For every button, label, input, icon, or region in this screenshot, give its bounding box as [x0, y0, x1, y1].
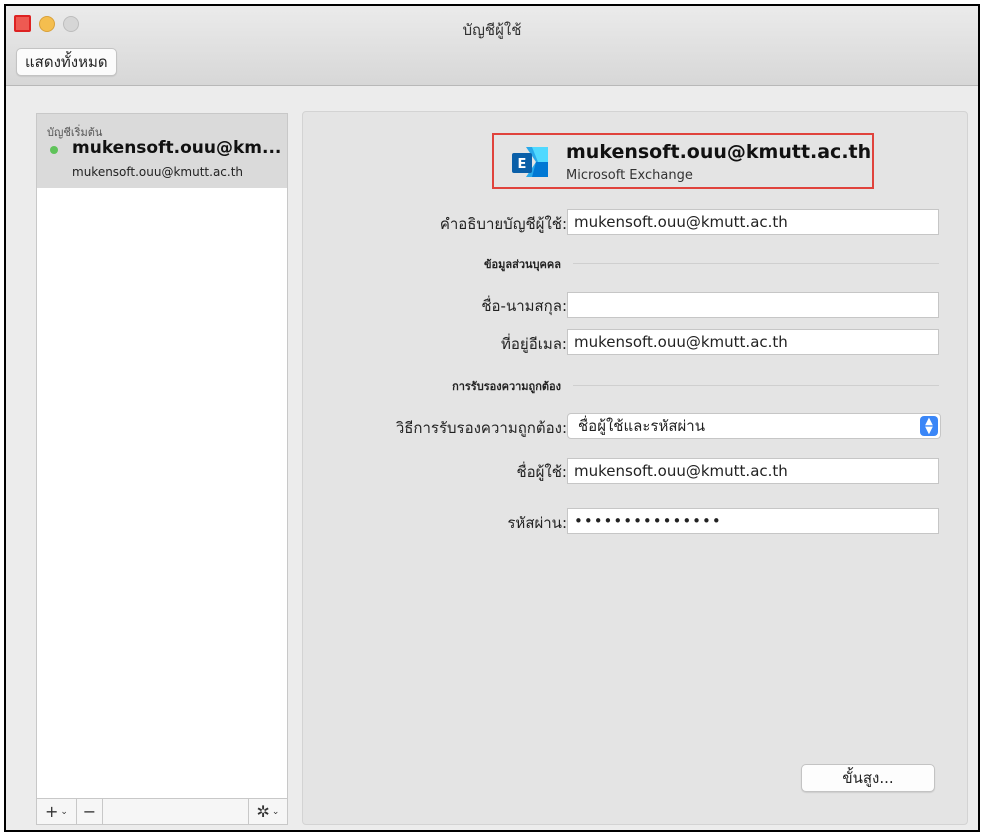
plus-icon: + — [45, 802, 59, 821]
auth-method-label: วิธีการรับรองความถูกต้อง: — [395, 419, 567, 437]
email-address-field[interactable]: mukensoft.ouu@kmutt.ac.th — [567, 329, 939, 355]
online-status-icon — [50, 146, 58, 154]
show-all-button[interactable]: แสดงทั้งหมด — [16, 48, 117, 76]
svg-text:E: E — [518, 157, 527, 172]
auth-method-select[interactable]: ชื่อผู้ใช้และรหัสผ่าน ▲ ▼ — [567, 413, 941, 439]
accounts-sidebar: บัญชีเริ่มต้น mukensoft.ouu@km... mukens… — [36, 113, 288, 825]
add-account-button[interactable]: + ⌄ — [37, 799, 77, 824]
fullname-label: ชื่อ-นามสกุล: — [481, 297, 567, 315]
title-bar: บัญชีผู้ใช้ แสดงทั้งหมด — [6, 6, 978, 86]
password-label: รหัสผ่าน: — [507, 514, 567, 532]
account-name: mukensoft.ouu@km... — [72, 138, 282, 158]
personal-info-section-label: ข้อมูลส่วนบุคคล — [484, 258, 561, 271]
advanced-button[interactable]: ขั้นสูง... — [801, 764, 935, 792]
window-title: บัญชีผู้ใช้ — [462, 21, 522, 39]
account-header-highlight: E mukensoft.ouu@kmutt.ac.th Microsoft Ex… — [492, 133, 874, 189]
gear-icon: ✲ — [256, 802, 270, 821]
account-list-item[interactable]: บัญชีเริ่มต้น mukensoft.ouu@km... mukens… — [37, 114, 287, 188]
select-stepper-icon: ▲ ▼ — [920, 416, 938, 436]
toolbar-spacer — [103, 799, 249, 824]
username-field[interactable]: mukensoft.ouu@kmutt.ac.th — [567, 458, 939, 484]
remove-account-button[interactable]: − — [77, 799, 103, 824]
account-actions-button[interactable]: ✲ ⌄ — [249, 799, 287, 824]
authentication-section-label: การรับรองความถูกต้อง — [452, 380, 561, 393]
accounts-window: บัญชีผู้ใช้ แสดงทั้งหมด บัญชีเริ่มต้น mu… — [4, 4, 980, 832]
description-label: คำอธิบายบัญชีผู้ใช้: — [439, 215, 567, 233]
sidebar-toolbar: + ⌄ − ✲ ⌄ — [37, 798, 287, 824]
microsoft-exchange-icon: E — [512, 147, 548, 177]
account-details-panel: E mukensoft.ouu@kmutt.ac.th Microsoft Ex… — [302, 111, 968, 825]
section-divider — [573, 385, 939, 386]
minus-icon: − — [82, 802, 97, 821]
section-divider — [573, 263, 939, 264]
account-header-email: mukensoft.ouu@kmutt.ac.th — [566, 141, 872, 163]
account-type: Microsoft Exchange — [566, 168, 693, 183]
username-label: ชื่อผู้ใช้: — [516, 463, 567, 481]
password-field[interactable]: ••••••••••••••• — [567, 508, 939, 534]
description-field[interactable]: mukensoft.ouu@kmutt.ac.th — [567, 209, 939, 235]
chevron-down-icon: ⌄ — [271, 806, 280, 817]
fullname-field[interactable] — [567, 292, 939, 318]
account-email: mukensoft.ouu@kmutt.ac.th — [72, 165, 244, 179]
chevron-down-icon: ⌄ — [60, 806, 68, 817]
auth-method-value: ชื่อผู้ใช้และรหัสผ่าน — [578, 417, 705, 435]
email-address-label: ที่อยู่อีเมล: — [501, 335, 567, 353]
